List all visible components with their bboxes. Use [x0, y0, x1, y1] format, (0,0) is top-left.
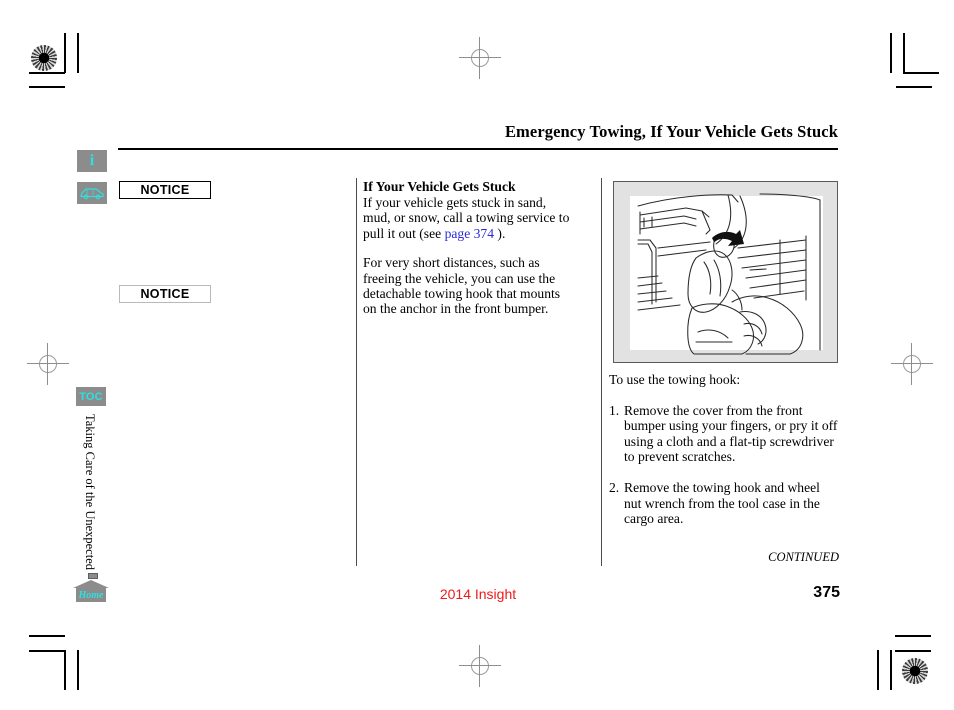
registration-crosshair-bottom-center [459, 645, 501, 687]
crop-mark-bottom-left-horizontal [29, 650, 65, 652]
crop-mark-bottom-right-horizontal-outer [895, 635, 931, 637]
crop-mark-top-left-vertical-outer [77, 33, 79, 73]
towing-hook-intro: To use the towing hook: [609, 372, 741, 387]
crop-mark-top-left-horizontal-outer [29, 86, 65, 88]
step-2-text: Remove the towing hook and wheel nut wre… [624, 479, 820, 527]
crop-mark-top-left-horizontal [29, 72, 65, 74]
home-icon-stub [88, 573, 98, 579]
crop-mark-bottom-left-vertical [64, 650, 66, 690]
notice-badge-2: NOTICE [119, 285, 211, 303]
registration-crosshair-right-middle [891, 343, 933, 385]
home-button[interactable]: Home [73, 573, 109, 605]
column-divider-right [601, 178, 602, 566]
crop-mark-bottom-right-horizontal [895, 650, 931, 652]
paragraph-towing-service: If your vehicle gets stuck in sand, mud,… [363, 195, 573, 241]
footer-model-name: 2014 Insight [439, 586, 517, 602]
registration-crosshair-top-center [459, 37, 501, 79]
home-button-label: Home [78, 589, 104, 601]
home-icon-roof [73, 580, 109, 588]
crop-mark-top-right-horizontal-outer [896, 86, 932, 88]
step-2-number: 2. [609, 479, 620, 495]
middle-column: If Your Vehicle Gets Stuck If your vehic… [363, 179, 573, 317]
page-title: Emergency Towing, If Your Vehicle Gets S… [504, 122, 838, 141]
continued-label: CONTINUED [768, 550, 839, 564]
instruction-step-2: 2. Remove the towing hook and wheel nut … [609, 480, 839, 527]
vehicle-icon[interactable] [77, 182, 107, 204]
paragraph-1-text-after: ). [494, 225, 506, 241]
footer-page-number: 375 [813, 584, 840, 601]
title-divider-rule [118, 148, 838, 150]
step-1-text: Remove the cover from the front bumper u… [624, 402, 838, 465]
crop-mark-bottom-right-vertical-outer [877, 650, 879, 690]
instruction-step-1: 1. Remove the cover from the front bumpe… [609, 403, 839, 465]
registration-target-bottom-right [902, 658, 928, 684]
information-icon-glyph: i [89, 152, 95, 169]
crop-mark-top-right-vertical-outer [903, 33, 905, 73]
crop-mark-bottom-left-vertical-outer [77, 650, 79, 690]
section-heading: If Your Vehicle Gets Stuck [363, 179, 516, 194]
page-reference-link[interactable]: page 374 [445, 226, 494, 241]
crop-mark-bottom-left-horizontal-outer [29, 635, 65, 637]
crop-mark-top-right-vertical [890, 33, 892, 73]
notice-badge-1: NOTICE [119, 181, 211, 199]
crop-mark-bottom-right-vertical [890, 650, 892, 690]
column-divider-left [356, 178, 357, 566]
paragraph-short-distances: For very short distances, such as freein… [363, 255, 561, 317]
chapter-label-vertical: Taking Care of the Unexpected [83, 414, 97, 571]
information-icon[interactable]: i [77, 150, 107, 172]
bumper-cover-removal-illustration [613, 181, 838, 363]
registration-target-top-left [31, 45, 57, 71]
crop-mark-top-left-vertical [64, 33, 66, 73]
crop-mark-top-right-horizontal [903, 72, 939, 74]
toc-button[interactable]: TOC [76, 387, 106, 406]
registration-crosshair-left-middle [27, 343, 69, 385]
illustration-artwork [637, 193, 821, 355]
step-1-number: 1. [609, 402, 620, 418]
right-column: To use the towing hook: 1. Remove the co… [609, 372, 839, 527]
vehicle-icon-glyph [80, 188, 104, 200]
